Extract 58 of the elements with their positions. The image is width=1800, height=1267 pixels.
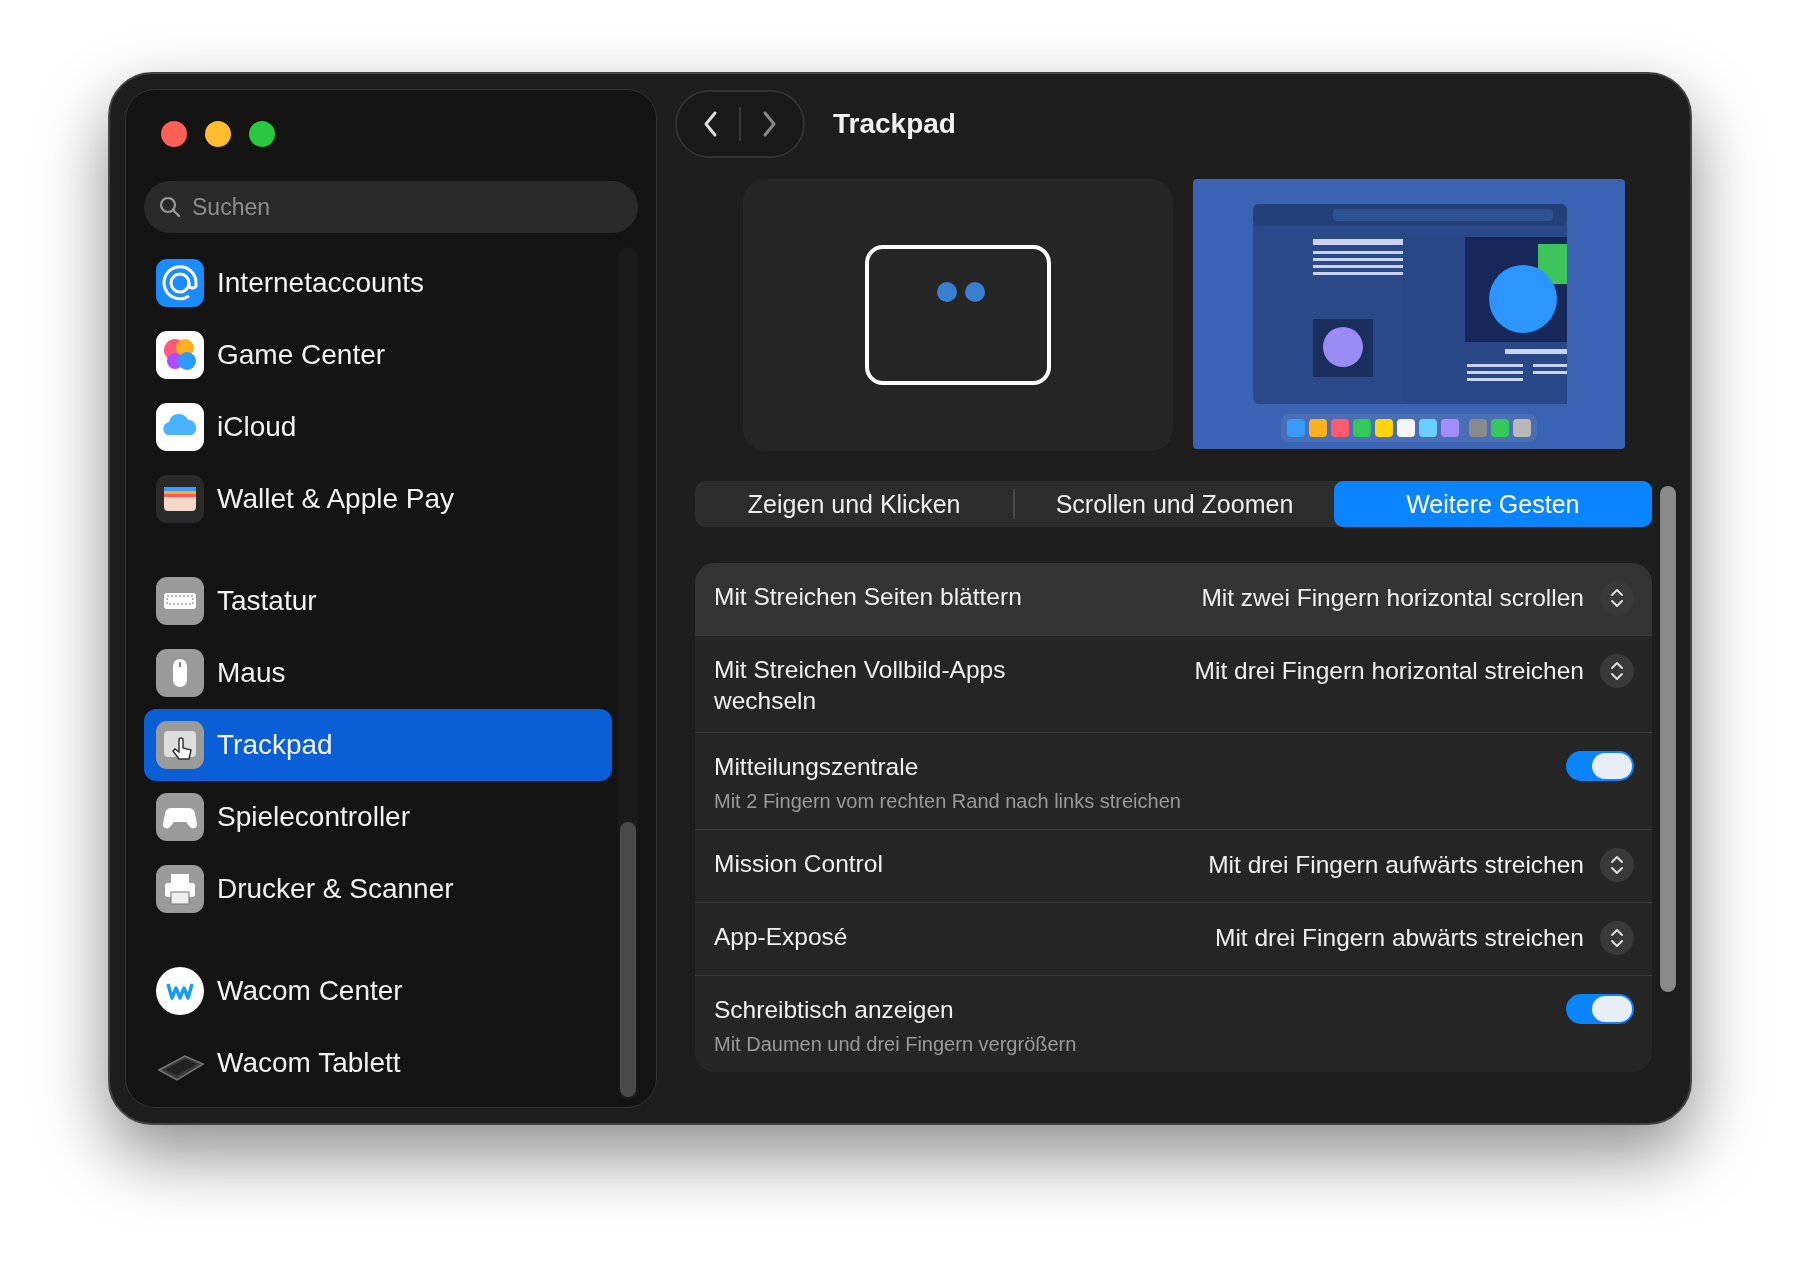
mouse-icon bbox=[155, 648, 205, 698]
sidebar-scrollbar[interactable] bbox=[618, 247, 638, 1099]
settings-row[interactable]: Mit Streichen Seiten blättern Mit zwei Fingern horizontal scrollen bbox=[695, 563, 1652, 636]
settings-row[interactable]: Mit Streichen Vollbild-Apps wechseln Mit drei Fingern horizontal streichen bbox=[695, 636, 1652, 733]
search-field[interactable]: Suchen bbox=[144, 181, 638, 233]
toggle-switch[interactable] bbox=[1566, 994, 1634, 1024]
settings-row[interactable]: Mission Control Mit drei Fingern aufwärts streichen bbox=[695, 830, 1652, 903]
up-down-chevron-icon bbox=[1600, 654, 1634, 688]
sidebar-item[interactable]: Maus bbox=[144, 637, 612, 709]
sidebar-item[interactable]: Game Center bbox=[144, 319, 612, 391]
setting-label: Mission Control bbox=[714, 849, 883, 879]
settings-row[interactable]: Mitteilungszentrale Mit 2 Fingern vom rechten Rand nach links streichen bbox=[695, 733, 1652, 830]
sidebar-item[interactable]: Tastatur bbox=[144, 565, 612, 637]
keyboard-icon bbox=[155, 576, 205, 626]
up-down-chevron-icon bbox=[1600, 921, 1634, 955]
up-down-chevron-icon bbox=[1600, 848, 1634, 882]
content-scrollbar[interactable] bbox=[1658, 484, 1678, 994]
sidebar-item[interactable]: Wacom Center bbox=[144, 955, 612, 1027]
wallet-icon bbox=[155, 474, 205, 524]
setting-label: Mit Streichen Seiten blättern bbox=[714, 582, 1022, 612]
trackpad-hand-icon bbox=[155, 720, 205, 770]
setting-description: Mit 2 Fingern vom rechten Rand nach links streichen bbox=[714, 790, 1181, 813]
sidebar-item[interactable]: Wallet & Apple Pay bbox=[144, 463, 612, 535]
cloud-icon bbox=[155, 402, 205, 452]
popup-value: Mit drei Fingern abwärts streichen bbox=[1215, 924, 1584, 952]
w-logo-icon bbox=[155, 966, 205, 1016]
settings-row[interactable]: Schreibtisch anzeigen Mit Daumen und drei Fingern vergrößern bbox=[695, 976, 1652, 1072]
sidebar-item[interactable]: Trackpad bbox=[144, 709, 612, 781]
popup-value: Mit drei Fingern horizontal streichen bbox=[1194, 657, 1584, 685]
sidebar-item[interactable]: Internetaccounts bbox=[144, 247, 612, 319]
toggle-switch[interactable] bbox=[1566, 751, 1634, 781]
setting-label: Mitteilungszentrale bbox=[714, 752, 919, 782]
setting-label: Schreibtisch anzeigen bbox=[714, 995, 954, 1025]
close-button[interactable] bbox=[161, 121, 187, 147]
zoom-button[interactable] bbox=[249, 121, 275, 147]
window-title: Trackpad bbox=[833, 108, 956, 140]
sidebar-item[interactable]: Drucker & Scanner bbox=[144, 853, 612, 925]
popup-value: Mit drei Fingern aufwärts streichen bbox=[1208, 851, 1584, 879]
setting-label: App-Exposé bbox=[714, 922, 848, 952]
sidebar-item[interactable]: iCloud bbox=[144, 391, 612, 463]
tab[interactable]: Zeigen und Klicken bbox=[695, 481, 1014, 527]
gamepad-icon bbox=[155, 792, 205, 842]
printer-icon bbox=[155, 864, 205, 914]
popup-menu[interactable]: Mit drei Fingern horizontal streichen bbox=[1194, 654, 1634, 688]
minimize-button[interactable] bbox=[205, 121, 231, 147]
popup-menu[interactable]: Mit zwei Fingern horizontal scrollen bbox=[1201, 581, 1634, 615]
at-sign-icon bbox=[155, 258, 205, 308]
setting-description: Mit Daumen und drei Fingern vergrößern bbox=[714, 1033, 1077, 1056]
settings-row[interactable]: App-Exposé Mit drei Fingern abwärts streichen bbox=[695, 903, 1652, 976]
popup-menu[interactable]: Mit drei Fingern abwärts streichen bbox=[1215, 921, 1634, 955]
popup-menu[interactable]: Mit drei Fingern aufwärts streichen bbox=[1208, 848, 1634, 882]
tab[interactable]: Weitere Gesten bbox=[1333, 481, 1652, 527]
popup-value: Mit zwei Fingern horizontal scrollen bbox=[1201, 584, 1584, 612]
setting-label: Mit Streichen Vollbild-Apps wechseln bbox=[714, 655, 1007, 716]
sidebar-item[interactable]: Spielecontroller bbox=[144, 781, 612, 853]
bubbles-icon bbox=[155, 330, 205, 380]
sidebar-item[interactable]: Wacom Tablett bbox=[144, 1027, 612, 1099]
up-down-chevron-icon bbox=[1600, 581, 1634, 615]
